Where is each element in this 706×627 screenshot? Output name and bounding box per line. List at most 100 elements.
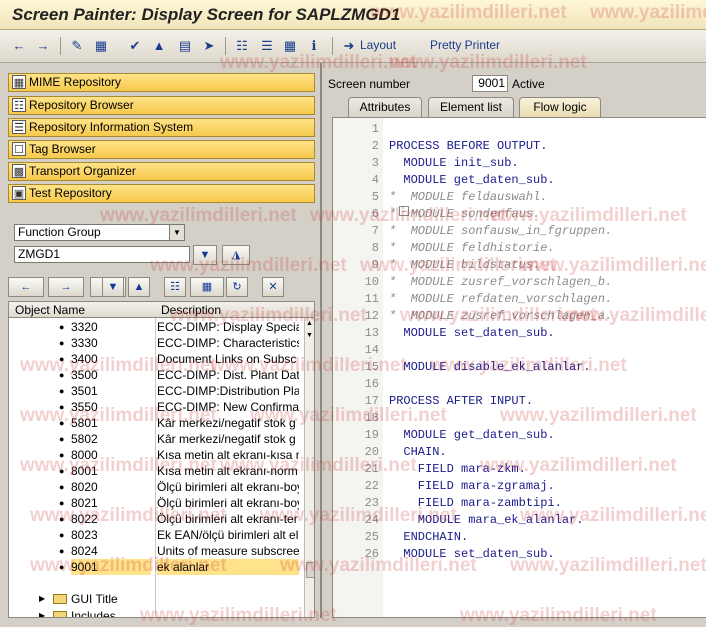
tree-row-3320[interactable]: ● 3320 ECC-DIMP: Display Speciali — [9, 319, 304, 335]
tree-row-8024[interactable]: ● 8024 Units of measure subscree — [9, 543, 304, 559]
line-number: 25 — [364, 530, 379, 544]
code-line[interactable]: 10 * MODULE zusref_vorschlagen_b. — [333, 274, 706, 291]
tree-row-8020[interactable]: ● 8020 Ölçü birimleri alt ekranı-boy — [9, 479, 304, 495]
status-text: Active — [512, 77, 545, 91]
next-object-button[interactable]: → — [48, 277, 84, 297]
tree-folder-gui-title[interactable]: ▶ GUI Title — [9, 591, 304, 607]
code-line[interactable]: 22 FIELD mara-zgramaj. — [333, 478, 706, 495]
refresh-button[interactable]: ↻ — [226, 277, 248, 297]
tree-row-3500[interactable]: ● 3500 ECC-DIMP: Dist. Plant Data — [9, 367, 304, 383]
display-object-button[interactable]: ◮ — [222, 245, 250, 265]
line-number: 26 — [364, 547, 379, 561]
flow-logic-editor[interactable]: − 1 2 PROCESS BEFORE OUTPUT. 3 MODULE init_… — [332, 117, 706, 618]
layout-button[interactable]: Layout — [360, 38, 396, 52]
active-inactive-icon[interactable]: ▦ — [92, 37, 110, 55]
scroll-up-icon[interactable]: ▲ — [306, 320, 313, 327]
code-line[interactable]: 14 — [333, 342, 706, 359]
code-line[interactable]: 21 FIELD mara-zkm. — [333, 461, 706, 478]
tree-row-8001[interactable]: ● 8001 Kısa metin alt ekranı-norm — [9, 463, 304, 479]
code-line[interactable]: 3 MODULE init_sub. — [333, 155, 706, 172]
tab-attributes[interactable]: Attributes — [348, 97, 422, 117]
hierarchy-icon[interactable]: ☷ — [233, 37, 251, 55]
code-line[interactable]: 12 * MODULE zusref_vorschlagen_a. — [333, 308, 706, 325]
tree-row-8022[interactable]: ● 8022 Ölçü birimleri alt ekranı-ter — [9, 511, 304, 527]
line-number: 1 — [371, 122, 379, 136]
code-line[interactable]: 26 MODULE set_daten_sub. — [333, 546, 706, 563]
code-line[interactable]: 6 * MODULE sonderfaus. — [333, 206, 706, 223]
object-name-input[interactable]: ZMGD1 — [14, 246, 190, 263]
code-line[interactable]: 15 MODULE disable_ek_alanlar. — [333, 359, 706, 376]
code-line[interactable]: 8 * MODULE feldhistorie. — [333, 240, 706, 257]
tree-row-3330[interactable]: ● 3330 ECC-DIMP: Characteristics — [9, 335, 304, 351]
nav-repository-browser[interactable]: ☷ Repository Browser — [8, 96, 315, 115]
collapse-all-button[interactable]: ▲ — [128, 277, 150, 297]
forward-arrow-icon[interactable]: → — [34, 37, 52, 55]
code-line[interactable]: 16 — [333, 376, 706, 393]
code-line[interactable]: 18 — [333, 410, 706, 427]
nav-test-repository[interactable]: ▣ Test Repository — [8, 184, 315, 203]
tree-folder-label: GUI Title — [71, 592, 118, 606]
code-line[interactable]: 1 — [333, 121, 706, 138]
pretty-printer-button[interactable]: Pretty Printer — [430, 38, 500, 52]
tab-flow-logic[interactable]: Flow logic — [519, 97, 601, 117]
nav-tag-browser[interactable]: ☐ Tag Browser — [8, 140, 315, 159]
code-line[interactable]: 19 MODULE get_daten_sub. — [333, 427, 706, 444]
object-hierarchy-button[interactable]: ☷ — [164, 277, 186, 297]
tree-scrollbar[interactable]: ▲ ▼ — [304, 318, 314, 617]
expand-all-button[interactable]: ▼ — [102, 277, 124, 297]
activate-icon[interactable]: ▲ — [150, 37, 168, 55]
col-object-name: Object Name — [15, 303, 86, 317]
scroll-thumb[interactable] — [306, 562, 314, 578]
tree-row-3400[interactable]: ● 3400 Document Links on Subsc — [9, 351, 304, 367]
code-line[interactable]: 25 ENDCHAIN. — [333, 529, 706, 546]
tree-row-3501[interactable]: ● 3501 ECC-DIMP:Distribution Plar — [9, 383, 304, 399]
code-text: MODULE set_daten_sub. — [389, 326, 555, 340]
code-line[interactable]: 9 * MODULE bildstatus. — [333, 257, 706, 274]
previous-object-button[interactable]: ← — [8, 277, 44, 297]
code-line[interactable]: 20 CHAIN. — [333, 444, 706, 461]
editor-area: Screen number 9001 Active Attributes Ele… — [324, 63, 706, 618]
check-icon[interactable]: ✔ — [126, 37, 144, 55]
tree-row-8023[interactable]: ● 8023 Ek EAN/ölçü birimleri alt el — [9, 527, 304, 543]
nav-repository-information-system[interactable]: ☰ Repository Information System — [8, 118, 315, 137]
code-line[interactable]: 7 * MODULE sonfausw_in_fgruppen. — [333, 223, 706, 240]
tab-element-list[interactable]: Element list — [428, 97, 514, 117]
object-type-select[interactable]: Function Group ▼ — [14, 224, 185, 241]
bullet-icon: ● — [59, 418, 65, 428]
display-change-icon[interactable]: ✎ — [68, 37, 86, 55]
information-icon[interactable]: ℹ — [305, 37, 323, 55]
code-line[interactable]: 11 * MODULE refdaten_vorschlagen. — [333, 291, 706, 308]
screen-number-field: 9001 — [472, 75, 508, 92]
chevron-down-icon[interactable]: ▼ — [169, 225, 184, 240]
tree-row-8021[interactable]: ● 8021 Ölçü birimleri alt ekranı-boy — [9, 495, 304, 511]
nav-mime-repository[interactable]: ▦ MIME Repository — [8, 73, 315, 92]
layout-arrow-icon[interactable]: ➜ — [340, 37, 358, 55]
display-object-list-icon[interactable]: ☰ — [258, 37, 276, 55]
nav-transport-organizer[interactable]: ▩ Transport Organizer — [8, 162, 315, 181]
code-line[interactable]: 4 MODULE get_daten_sub. — [333, 172, 706, 189]
scroll-down-icon[interactable]: ▼ — [306, 332, 313, 339]
code-line[interactable]: 13 MODULE set_daten_sub. — [333, 325, 706, 342]
expand-arrow-icon[interactable]: ▶ — [39, 591, 45, 607]
object-name-dropdown-button[interactable]: ▼ — [193, 245, 217, 265]
code-text: MODULE init_sub. — [389, 156, 519, 170]
code-line[interactable]: 2 PROCESS BEFORE OUTPUT. — [333, 138, 706, 155]
tree-row-5802[interactable]: ● 5802 Kâr merkezi/negatif stok g — [9, 431, 304, 447]
code-line[interactable]: 23 FIELD mara-zambtipi. — [333, 495, 706, 512]
code-text: MODULE disable_ek_alanlar. — [389, 360, 591, 374]
create-object-button[interactable]: ▦ — [190, 277, 224, 297]
tree-row-9001[interactable]: ● 9001 ek alanlar — [9, 559, 304, 575]
tree-folder-includes[interactable]: ▶ Includes — [9, 608, 304, 617]
code-line[interactable]: 24 MODULE mara_ek_alanlar. — [333, 512, 706, 529]
navigate-icon[interactable]: ➤ — [200, 37, 218, 55]
where-used-icon[interactable]: ▤ — [176, 37, 194, 55]
expand-arrow-icon[interactable]: ▶ — [39, 608, 45, 617]
code-line[interactable]: 5 * MODULE feldauswahl. — [333, 189, 706, 206]
tree-row-8000[interactable]: ● 8000 Kısa metin alt ekranı-kısa n — [9, 447, 304, 463]
tree-row-3550[interactable]: ● 3550 ECC-DIMP: New Confirmati — [9, 399, 304, 415]
layout-list-icon[interactable]: ▦ — [281, 37, 299, 55]
back-arrow-icon[interactable]: ← — [10, 37, 28, 55]
tree-row-5801[interactable]: ● 5801 Kâr merkezi/negatif stok g — [9, 415, 304, 431]
close-browser-button[interactable]: ✕ — [262, 277, 284, 297]
code-line[interactable]: 17 PROCESS AFTER INPUT. — [333, 393, 706, 410]
